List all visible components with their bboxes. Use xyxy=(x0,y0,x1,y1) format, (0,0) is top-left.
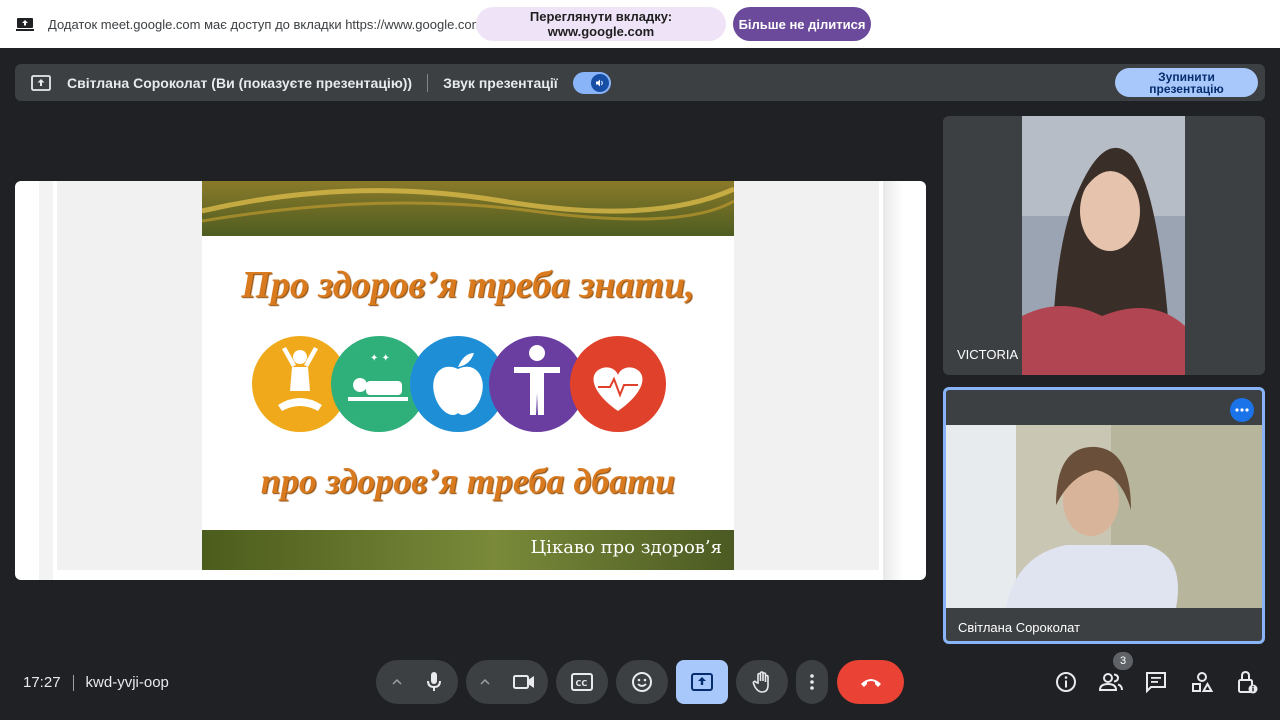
slide-line-1: Про здоров’я треба знати, xyxy=(241,264,695,306)
presentation-sound-toggle[interactable] xyxy=(572,71,611,94)
chevron-up-icon[interactable] xyxy=(391,678,403,686)
slide: Про здоров’я треба знати, ✦ ✦ про здоров… xyxy=(202,181,734,570)
camera-control xyxy=(466,660,548,704)
present-icon xyxy=(691,673,713,691)
meeting-info: 17:27 kwd-yvji-oop xyxy=(23,674,169,691)
page-shadow xyxy=(883,181,903,580)
participant-video xyxy=(1022,116,1185,375)
slide-top-band xyxy=(202,181,734,236)
chevron-up-icon[interactable] xyxy=(479,678,491,686)
more-options-button[interactable] xyxy=(796,660,828,704)
participant-name: Світлана Сороколат xyxy=(958,620,1081,635)
stop-presenting-button[interactable]: Зупинити презентацію xyxy=(1115,68,1258,97)
activities-icon[interactable] xyxy=(1190,670,1214,694)
end-call-icon xyxy=(860,679,881,687)
presenter-label: Світлана Сороколат (Ви (показуєте презен… xyxy=(67,74,413,91)
more-options-icon[interactable] xyxy=(1230,398,1254,422)
end-call-button[interactable] xyxy=(837,660,904,704)
svg-text:CC: CC xyxy=(576,679,588,688)
presenting-bar: Світлана Сороколат (Ви (показуєте презен… xyxy=(15,64,1265,101)
share-message: Додаток meet.google.com має доступ до вк… xyxy=(48,16,483,32)
microphone-icon[interactable] xyxy=(425,671,443,693)
participant-tile-victoria[interactable]: VICTORIA xyxy=(943,116,1265,375)
raise-hand-button[interactable] xyxy=(736,660,788,704)
slide-caption: Цікаво про здоров’я xyxy=(530,537,722,558)
clock: 17:27 xyxy=(23,674,61,691)
captions-icon: CC xyxy=(571,673,593,691)
presentation-sound-label: Звук презентації xyxy=(443,74,558,91)
people-icon[interactable] xyxy=(1099,670,1123,694)
captions-button[interactable]: CC xyxy=(556,660,608,704)
divider xyxy=(72,674,74,691)
hand-icon xyxy=(752,671,769,693)
host-controls-icon[interactable] xyxy=(1235,670,1259,694)
more-vert-icon xyxy=(810,674,814,690)
volume-icon xyxy=(590,73,609,92)
microphone-control xyxy=(376,660,458,704)
screen-share-icon xyxy=(16,18,34,31)
health-icons-row: ✦ ✦ xyxy=(252,336,666,432)
page-margin xyxy=(39,181,53,580)
present-icon xyxy=(31,74,51,91)
view-tab-button[interactable]: Переглянути вкладку: www.google.com xyxy=(476,7,726,41)
meeting-code[interactable]: kwd-yvji-oop xyxy=(86,674,169,691)
participant-tile-self[interactable]: Світлана Сороколат xyxy=(943,387,1265,644)
stop-sharing-button[interactable]: Більше не ділитися xyxy=(733,7,871,41)
emoji-icon xyxy=(632,672,652,692)
presentation-stage: Про здоров’я треба знати, ✦ ✦ про здоров… xyxy=(15,181,926,580)
meeting-details-icon[interactable] xyxy=(1054,670,1078,694)
reactions-button[interactable] xyxy=(616,660,668,704)
share-notification-bar: Додаток meet.google.com має доступ до вк… xyxy=(0,0,1280,48)
participant-video xyxy=(946,425,1262,608)
slide-line-2: про здоров’я треба дбати xyxy=(260,461,676,501)
chat-icon[interactable] xyxy=(1144,670,1168,694)
participants-count-badge: 3 xyxy=(1113,652,1133,670)
divider xyxy=(427,73,429,92)
participant-name: VICTORIA xyxy=(957,347,1019,362)
camera-icon[interactable] xyxy=(513,674,535,690)
svg-text:✦ ✦: ✦ ✦ xyxy=(370,353,390,364)
present-button[interactable] xyxy=(676,660,728,704)
